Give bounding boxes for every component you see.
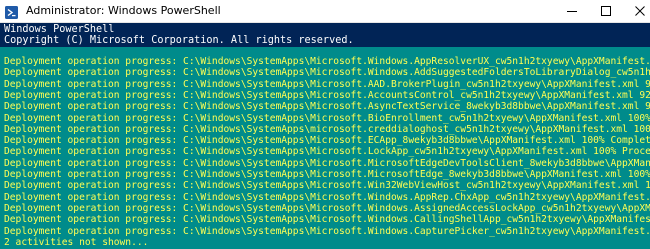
progress-line: Deployment operation progress: C:\Window… [4,67,650,79]
progress-line: Deployment operation progress: C:\Window… [4,123,650,135]
progress-line: Deployment operation progress: C:\Window… [4,146,650,158]
progress-line: Deployment operation progress: C:\Window… [4,180,650,192]
progress-line: Deployment operation progress: C:\Window… [4,191,650,203]
progress-panel: Deployment operation progress: C:\Window… [0,47,650,249]
close-icon [635,6,645,16]
progress-line: Deployment operation progress: C:\Window… [4,135,650,147]
activities-hidden-note: 2 activities not shown... [4,236,149,248]
console-header-line: Copyright (C) Microsoft Corporation. All… [4,35,354,46]
progress-line: Deployment operation progress: C:\Window… [4,225,650,237]
maximize-icon [601,6,611,16]
progress-line: Deployment operation progress: C:\Window… [4,202,650,214]
progress-line: Deployment operation progress: C:\Window… [4,157,650,169]
minimize-icon [567,11,577,12]
progress-line: Deployment operation progress: C:\Window… [4,89,650,101]
title-bar[interactable]: Administrator: Windows PowerShell [0,0,650,23]
progress-line: Deployment operation progress: C:\Window… [4,214,650,226]
progress-line: Deployment operation progress: C:\Window… [4,169,650,180]
progress-line: Deployment operation progress: C:\Window… [4,112,650,124]
console-header-line: Windows PowerShell [4,24,115,35]
progress-line: Deployment operation progress: C:\Window… [4,101,650,113]
powershell-icon[interactable] [5,4,18,19]
progress-line: Deployment operation progress: C:\Window… [4,56,650,67]
progress-line: Deployment operation progress: C:\Window… [4,78,650,90]
console-output[interactable]: Windows PowerShell Copyright (C) Microso… [0,23,650,249]
close-button[interactable] [620,0,650,22]
window-title: Administrator: Windows PowerShell [26,4,221,17]
